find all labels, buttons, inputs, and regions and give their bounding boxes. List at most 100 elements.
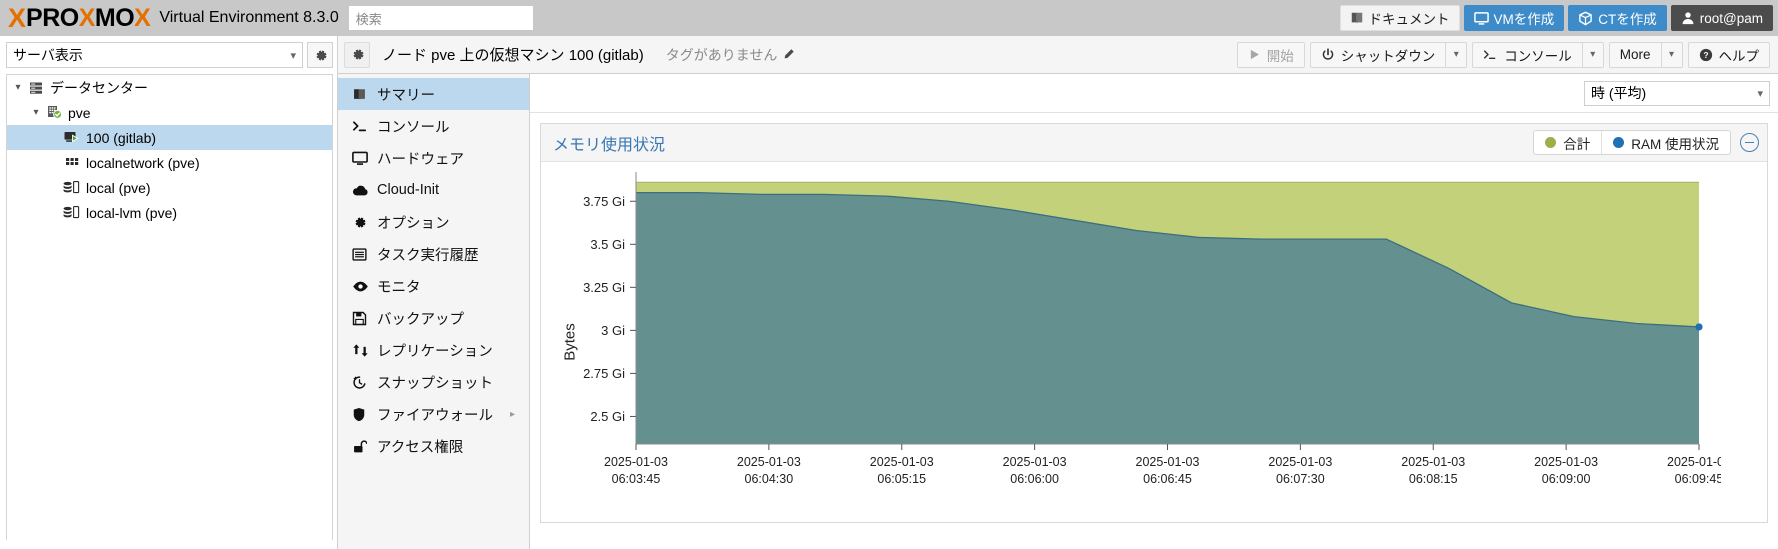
documentation-label: ドキュメント [1368, 12, 1450, 27]
pencil-icon[interactable] [782, 48, 795, 61]
nav-label: スナップショット [377, 375, 493, 392]
logo-wordmark: PROXMOX [26, 3, 151, 32]
nav-label: コンソール [377, 119, 450, 136]
svg-text:06:06:00: 06:06:00 [1010, 472, 1059, 486]
chevron-down-icon: ▾ [1757, 87, 1763, 100]
shutdown-button[interactable]: シャットダウン [1309, 41, 1446, 68]
memory-panel-header: メモリ使用状況 合計 RAM 使用状況 [541, 124, 1767, 162]
content-header: ノード pve 上の仮想マシン 100 (gitlab) タグがありません 開始 [338, 36, 1778, 74]
nav-item-summary[interactable]: サマリー [338, 78, 529, 110]
gear-icon [353, 49, 363, 60]
more-button[interactable]: More [1608, 41, 1661, 68]
tags-area[interactable]: タグがありません [666, 45, 796, 65]
svg-text:06:09:00: 06:09:00 [1542, 472, 1591, 486]
tree-item-localnetwork[interactable]: localnetwork (pve) [7, 150, 332, 175]
chevron-down-icon[interactable]: ▾ [11, 82, 25, 93]
time-range-select[interactable]: 時 (平均) ▾ [1584, 80, 1770, 106]
monitor-icon [352, 151, 377, 166]
tree-label: local-lvm (pve) [86, 204, 178, 221]
tree-label: localnetwork (pve) [86, 154, 200, 171]
user-icon [1682, 12, 1694, 25]
documentation-button[interactable]: ドキュメント [1339, 5, 1460, 31]
svg-text:2025-01-03: 2025-01-03 [1534, 455, 1598, 469]
tree-item-datacenter[interactable]: ▾ データセンター [7, 75, 332, 100]
legend-dot-total [1545, 137, 1557, 148]
nav-item-hardware[interactable]: ハードウェア [338, 142, 529, 174]
start-label: 開始 [1266, 48, 1294, 64]
nav-item-options[interactable]: オプション [338, 206, 529, 238]
svg-text:3 Gi: 3 Gi [601, 323, 625, 338]
monitor-icon [1473, 11, 1489, 25]
chevron-down-icon[interactable]: ▾ [29, 107, 43, 118]
nav-item-cloud-init[interactable]: Cloud-Init [338, 174, 529, 206]
collapse-icon[interactable] [1740, 133, 1759, 152]
nav-label: タスク実行履歴 [377, 247, 479, 264]
legend-item-total[interactable]: 合計 [1534, 131, 1601, 154]
legend-box: 合計 RAM 使用状況 [1533, 130, 1731, 155]
logo-x-mark: X [8, 2, 26, 33]
create-ct-button[interactable]: CTを作成 [1568, 5, 1667, 31]
svg-text:2025-01-03: 2025-01-03 [737, 455, 801, 469]
svg-text:3.25 Gi: 3.25 Gi [583, 280, 625, 295]
start-button[interactable]: 開始 [1236, 41, 1305, 68]
nav-item-firewall[interactable]: ファイアウォール ▸ [338, 398, 529, 430]
nav-item-monitor[interactable]: モニタ [338, 270, 529, 302]
shield-icon [352, 407, 377, 422]
nav-item-replication[interactable]: レプリケーション [338, 334, 529, 366]
search-input[interactable]: 検索 [348, 6, 533, 30]
svg-text:2025-01-03: 2025-01-03 [604, 455, 668, 469]
sidebar-settings-button[interactable] [307, 42, 333, 68]
svg-text:2.5 Gi: 2.5 Gi [590, 409, 625, 424]
tree-item-vm-100[interactable]: 100 (gitlab) [7, 125, 332, 150]
container-icon [1579, 11, 1593, 25]
proxmox-logo[interactable]: X PROXMOX [0, 0, 151, 36]
list-icon [352, 247, 377, 262]
nav-item-backup[interactable]: バックアップ [338, 302, 529, 334]
nav-label: ハードウェア [377, 151, 464, 168]
nav-item-console[interactable]: コンソール [338, 110, 529, 142]
time-range-row: 時 (平均) ▾ [530, 74, 1778, 113]
console-dropdown-arrow[interactable]: ▾ [1581, 41, 1604, 68]
nav-item-task-history[interactable]: タスク実行履歴 [338, 238, 529, 270]
legend-dot-ram-usage [1613, 137, 1625, 148]
unlock-icon [352, 439, 377, 454]
help-label: ヘルプ [1718, 48, 1760, 64]
logo-mo: MO [94, 3, 135, 32]
shutdown-split-button: シャットダウン ▾ [1309, 41, 1468, 68]
nav-label: バックアップ [377, 311, 464, 328]
svg-text:06:09:45: 06:09:45 [1675, 472, 1721, 486]
view-selector-row: サーバ表示 ▾ [6, 42, 333, 68]
help-button[interactable]: ? ヘルプ [1687, 41, 1770, 68]
eye-icon [352, 280, 377, 293]
legend-item-ram-usage[interactable]: RAM 使用状況 [1601, 131, 1730, 154]
svg-text:06:04:30: 06:04:30 [745, 472, 794, 486]
nav-item-snapshot[interactable]: スナップショット [338, 366, 529, 398]
svg-text:3.75 Gi: 3.75 Gi [583, 194, 625, 209]
vm-action-buttons: 開始 シャットダウン ▾ コンソール ▾ More ▾ ? ヘルプ [1236, 41, 1772, 68]
chevron-down-icon: ▾ [290, 49, 296, 62]
svg-text:2.75 Gi: 2.75 Gi [583, 366, 625, 381]
console-split-button: コンソール ▾ [1472, 41, 1604, 68]
more-dropdown-arrow[interactable]: ▾ [1660, 41, 1683, 68]
console-button[interactable]: コンソール [1472, 41, 1582, 68]
history-icon [352, 375, 377, 390]
shutdown-dropdown-arrow[interactable]: ▾ [1445, 41, 1468, 68]
nav-item-permissions[interactable]: アクセス権限 [338, 430, 529, 462]
play-icon [1250, 49, 1259, 60]
tree-item-local-lvm[interactable]: local-lvm (pve) [7, 200, 332, 225]
content-settings-button[interactable] [344, 41, 370, 68]
tree-item-pve[interactable]: ▾ pve [7, 100, 332, 125]
user-menu-button[interactable]: root@pam [1670, 5, 1773, 31]
server-view-select[interactable]: サーバ表示 ▾ [6, 42, 303, 68]
create-vm-button[interactable]: VMを作成 [1463, 5, 1565, 31]
network-icon [61, 154, 83, 171]
tree-item-local[interactable]: local (pve) [7, 175, 332, 200]
svg-text:2025-01-03: 2025-01-03 [870, 455, 934, 469]
chevron-right-icon[interactable]: ▸ [510, 409, 529, 420]
memory-usage-panel: メモリ使用状況 合計 RAM 使用状況 Bytes 3.75 Gi 3.5 Gi… [540, 123, 1768, 523]
book-icon [352, 87, 377, 102]
more-label: More [1619, 47, 1651, 62]
logo-x3: X [134, 3, 151, 32]
nav-label: モニタ [377, 279, 421, 296]
cloud-icon [352, 184, 377, 197]
